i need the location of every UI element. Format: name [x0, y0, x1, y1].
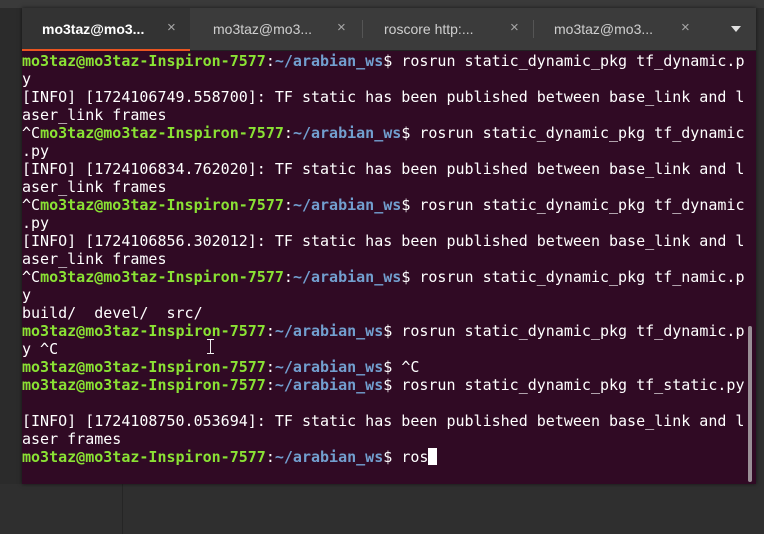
terminal-line: [INFO] [1724106856.302012]: TF static ha… — [22, 232, 752, 250]
command-text: rosrun static_dynamic_pkg tf_namic.p — [419, 268, 745, 286]
command-text: rosrun static_dynamic_pkg tf_static.py — [401, 376, 745, 394]
scrollbar[interactable] — [748, 326, 752, 482]
prompt-user: mo3taz@mo3taz-Inspiron-7577 — [22, 376, 266, 394]
terminal-line: y — [22, 286, 32, 304]
tab-2[interactable]: mo3taz@mo3... × — [192, 8, 362, 50]
prompt-path: ~/arabian_ws — [274, 52, 384, 70]
command-text: rosrun static_dynamic_pkg tf_dynamic — [419, 196, 745, 214]
terminal-line: y ^C — [22, 340, 59, 358]
tabs-menu-button[interactable] — [722, 20, 750, 38]
command-text: rosrun static_dynamic_pkg tf_dynamic.p — [401, 52, 745, 70]
output-text: [INFO] [1724106749.558700]: TF static ha… — [22, 88, 745, 106]
terminal-line: .py — [22, 214, 50, 232]
command-input[interactable]: ros — [401, 448, 428, 466]
close-icon[interactable]: × — [510, 19, 519, 36]
close-icon[interactable]: × — [337, 19, 346, 36]
ibeam-cursor-icon — [207, 338, 215, 356]
output-text: [INFO] [1724108750.053694]: TF static ha… — [22, 412, 745, 430]
close-icon[interactable]: × — [167, 19, 176, 36]
prompt-path: ~/arabian_ws — [292, 124, 402, 142]
prompt-user: mo3taz@mo3taz-Inspiron-7577 — [22, 358, 266, 376]
terminal-line: build/ devel/ src/ — [22, 304, 752, 322]
terminal-line: ^Cmo3taz@mo3taz-Inspiron-7577:~/arabian_… — [22, 196, 745, 214]
output-text: [INFO] [1724106834.762020]: TF static ha… — [22, 160, 745, 178]
terminal-line: mo3taz@mo3taz-Inspiron-7577:~/arabian_ws… — [22, 322, 745, 340]
terminal-line: .py — [22, 142, 50, 160]
command-text: ^C — [401, 358, 420, 376]
text-cursor — [428, 448, 438, 465]
prompt-user: mo3taz@mo3taz-Inspiron-7577 — [40, 268, 284, 286]
terminal-window: mo3taz@mo3... × mo3taz@mo3... × roscore … — [22, 8, 756, 484]
prompt-user: mo3taz@mo3taz-Inspiron-7577 — [40, 124, 284, 142]
tab-label: mo3taz@mo3... — [213, 21, 313, 37]
terminal-line: aser frames — [22, 430, 752, 448]
desktop-bottom-strip — [0, 484, 764, 534]
terminal-line: ^Cmo3taz@mo3taz-Inspiron-7577:~/arabian_… — [22, 124, 745, 142]
tab-label: mo3taz@mo3... — [554, 21, 654, 37]
tab-label: mo3taz@mo3... — [42, 21, 145, 37]
prompt-user: mo3taz@mo3taz-Inspiron-7577 — [22, 52, 266, 70]
desktop-top-strip — [0, 0, 764, 8]
output-text: aser frames — [22, 430, 122, 448]
terminal-line: y — [22, 70, 32, 88]
desktop-divider — [122, 484, 123, 534]
tab-label: roscore http:... — [384, 21, 474, 37]
tab-3[interactable]: roscore http:... × — [363, 8, 533, 50]
terminal-current-line: mo3taz@mo3taz-Inspiron-7577:~/arabian_ws… — [22, 448, 752, 466]
output-text: [INFO] [1724106856.302012]: TF static ha… — [22, 232, 745, 250]
desktop-right-strip — [756, 8, 764, 484]
terminal-line: [INFO] [1724106749.558700]: TF static ha… — [22, 88, 752, 106]
tab-bar: mo3taz@mo3... × mo3taz@mo3... × roscore … — [22, 8, 756, 51]
tab-4[interactable]: mo3taz@mo3... × — [534, 8, 706, 50]
terminal-line: mo3taz@mo3taz-Inspiron-7577:~/arabian_ws… — [22, 376, 745, 394]
terminal-line: mo3taz@mo3taz-Inspiron-7577:~/arabian_ws… — [22, 52, 745, 70]
prompt-user: mo3taz@mo3taz-Inspiron-7577 — [22, 322, 266, 340]
terminal-line: aser_link frames — [22, 178, 752, 196]
active-tab-indicator — [22, 49, 190, 51]
terminal-line: aser_link frames — [22, 106, 752, 124]
terminal-line: [INFO] [1724106834.762020]: TF static ha… — [22, 160, 752, 178]
command-text: rosrun static_dynamic_pkg tf_dynamic — [419, 124, 745, 142]
prompt-path: ~/arabian_ws — [274, 376, 384, 394]
output-text: aser_link frames — [22, 250, 167, 268]
terminal-line: aser_link frames — [22, 250, 752, 268]
terminal-line: mo3taz@mo3taz-Inspiron-7577:~/arabian_ws… — [22, 358, 420, 376]
prompt-user: mo3taz@mo3taz-Inspiron-7577 — [22, 448, 266, 466]
prompt-user: mo3taz@mo3taz-Inspiron-7577 — [40, 196, 284, 214]
prompt-path: ~/arabian_ws — [274, 448, 384, 466]
prompt-path: ~/arabian_ws — [292, 196, 402, 214]
terminal-output[interactable]: mo3taz@mo3taz-Inspiron-7577:~/arabian_ws… — [22, 52, 752, 482]
output-text: build/ devel/ src/ — [22, 304, 203, 322]
close-icon[interactable]: × — [681, 19, 690, 36]
output-text: aser_link frames — [22, 178, 167, 196]
prompt-path: ~/arabian_ws — [274, 358, 384, 376]
tab-1[interactable]: mo3taz@mo3... × — [22, 8, 190, 51]
command-text: rosrun static_dynamic_pkg tf_dynamic.p — [401, 322, 745, 340]
terminal-line: ^Cmo3taz@mo3taz-Inspiron-7577:~/arabian_… — [22, 268, 745, 286]
prompt-path: ~/arabian_ws — [292, 268, 402, 286]
output-text: aser_link frames — [22, 106, 167, 124]
chevron-down-icon — [731, 26, 741, 32]
prompt-path: ~/arabian_ws — [274, 322, 384, 340]
terminal-line: [INFO] [1724108750.053694]: TF static ha… — [22, 412, 752, 430]
